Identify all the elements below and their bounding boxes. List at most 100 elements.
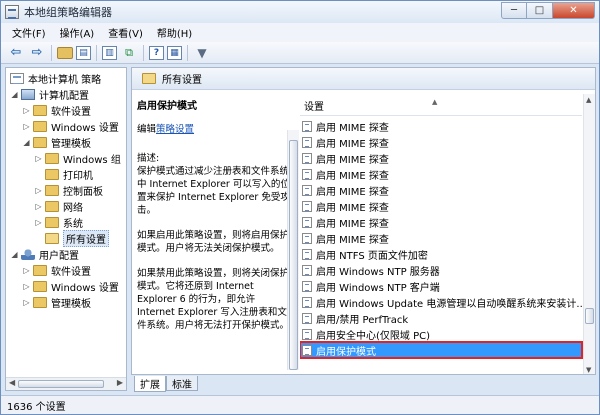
toolbar-separator — [143, 44, 144, 61]
main-window: 本地组策略编辑器 ─ □ ✕ 文件(F) 操作(A) 查看(V) 帮助(H) ⇦… — [0, 0, 600, 415]
folder-icon — [33, 136, 47, 148]
folder-icon — [45, 216, 59, 228]
list-item[interactable]: 启用安全中心(仅限域 PC) — [300, 326, 582, 342]
tree-scroll-thumb[interactable] — [18, 380, 104, 388]
export-list-icon[interactable]: ▥ — [102, 45, 117, 60]
column-header-settings[interactable]: 设置 ▲ — [300, 96, 582, 116]
tree-node-system[interactable]: ▷ 系统 — [34, 214, 83, 230]
help-icon[interactable]: ? — [149, 45, 164, 60]
enabled-text: 如果启用此策略设置，则将启用保护模式。用户将无法关闭保护模式。 — [137, 230, 290, 254]
menu-bar: 文件(F) 操作(A) 查看(V) 帮助(H) — [1, 23, 599, 42]
tree-node-computer-config[interactable]: ◢ 计算机配置 — [10, 86, 89, 102]
open-folder-icon — [45, 232, 59, 244]
list-item[interactable]: 启用 Windows Update 电源管理以自动唤醒系统来安装计... — [300, 294, 582, 310]
edit-policy-link[interactable]: 策略设置 — [156, 124, 194, 135]
settings-list[interactable]: 设置 ▲ 启用 MIME 探查 启用 MIME 探查 启用 MIME 探查 启用… — [300, 90, 595, 374]
settings-vertical-scrollbar[interactable]: ▲ ▼ — [583, 94, 595, 374]
list-item[interactable]: 启用 MIME 探查 — [300, 182, 582, 198]
tree-node-control-panel[interactable]: ▷ 控制面板 — [34, 182, 103, 198]
list-item[interactable]: 启用 Windows NTP 客户端 — [300, 278, 582, 294]
tree-node-all-settings[interactable]: 所有设置 — [45, 229, 109, 247]
tree-node-network[interactable]: ▷ 网络 — [34, 198, 83, 214]
expand-arrow-icon[interactable]: ▷ — [22, 266, 31, 275]
scroll-up-icon[interactable]: ▲ — [586, 96, 591, 104]
scroll-left-icon[interactable]: ◀ — [9, 378, 15, 387]
expand-arrow-icon[interactable]: ▷ — [22, 106, 31, 115]
list-item[interactable]: 启用 NTFS 页面文件加密 — [300, 246, 582, 262]
menu-action[interactable]: 操作(A) — [53, 25, 102, 40]
description-scrollbar[interactable] — [287, 130, 299, 370]
scroll-down-icon[interactable]: ▼ — [586, 366, 591, 374]
folder-icon — [33, 296, 47, 308]
folder-icon — [33, 120, 47, 132]
folder-icon — [33, 104, 47, 116]
tree-node-admin-templates[interactable]: ◢ 管理模板 — [22, 134, 91, 150]
folder-icon — [45, 168, 59, 180]
expand-arrow-icon[interactable]: ▷ — [34, 202, 43, 211]
list-item[interactable]: 启用 MIME 探查 — [300, 150, 582, 166]
list-item[interactable]: 启用 MIME 探查 — [300, 214, 582, 230]
tree-horizontal-scrollbar[interactable]: ◀ ▶ — [6, 377, 126, 390]
expand-arrow-icon[interactable]: ◢ — [10, 250, 19, 259]
tree-pane[interactable]: 本地计算机 策略 ◢ 计算机配置 ▷ 软件设置 ▷ Windows 设置 ◢ 管… — [5, 67, 127, 391]
show-hide-tree-icon[interactable]: ▤ — [76, 45, 91, 60]
expand-arrow-icon[interactable]: ◢ — [10, 90, 19, 99]
setting-icon — [302, 312, 312, 324]
list-item[interactable]: 启用 Windows NTP 服务器 — [300, 262, 582, 278]
list-item[interactable]: 启用 MIME 探查 — [300, 230, 582, 246]
window-title: 本地组策略编辑器 — [24, 6, 112, 19]
expand-arrow-icon[interactable]: ▷ — [22, 298, 31, 307]
back-arrow-icon[interactable]: ⇦ — [7, 45, 25, 61]
setting-icon — [302, 120, 312, 132]
list-item[interactable]: 启用 MIME 探查 — [300, 118, 582, 134]
folder-icon — [45, 200, 59, 212]
list-item[interactable]: 启用 MIME 探查 — [300, 198, 582, 214]
up-folder-icon[interactable] — [57, 46, 73, 59]
description-scroll-thumb[interactable] — [289, 140, 298, 370]
tree-node-local-policy[interactable]: 本地计算机 策略 — [10, 70, 101, 86]
tree-node-user-software-settings[interactable]: ▷ 软件设置 — [22, 262, 91, 278]
settings-scroll-thumb[interactable] — [585, 308, 594, 324]
tree-node-printers[interactable]: 打印机 — [45, 166, 93, 182]
minimize-button[interactable]: ─ — [501, 2, 527, 19]
list-item[interactable]: 启用 MIME 探查 — [300, 134, 582, 150]
tree-node-windows-settings[interactable]: ▷ Windows 设置 — [22, 118, 119, 134]
menu-file[interactable]: 文件(F) — [5, 25, 53, 40]
expand-arrow-icon[interactable]: ▷ — [34, 218, 43, 227]
expand-arrow-icon[interactable]: ◢ — [22, 138, 31, 147]
folder-icon — [45, 152, 59, 164]
expand-arrow-icon[interactable]: ▷ — [22, 122, 31, 131]
edit-prefix: 编辑 — [137, 124, 157, 135]
menu-view[interactable]: 查看(V) — [101, 25, 150, 40]
expand-arrow-icon[interactable]: ▷ — [22, 282, 31, 291]
list-item[interactable]: 启用/禁用 PerfTrack — [300, 310, 582, 326]
maximize-button[interactable]: □ — [527, 2, 553, 19]
close-button[interactable]: ✕ — [553, 2, 595, 19]
expand-arrow-icon[interactable]: ▷ — [34, 186, 43, 195]
title-bar: 本地组策略编辑器 ─ □ ✕ — [1, 1, 599, 23]
tree-node-software-settings[interactable]: ▷ 软件设置 — [22, 102, 91, 118]
expand-arrow-icon[interactable]: ▷ — [34, 154, 43, 163]
toolbar: ⇦ ⇨ ▤ ▥ ⧉ ? ▦ ▼ — [1, 42, 599, 64]
menu-help[interactable]: 帮助(H) — [150, 25, 199, 40]
description-panel: 启用保护模式 编辑策略设置 描述: 保护模式通过减少注册表和文件系统中 Inte… — [137, 100, 295, 344]
tree-node-user-windows-settings[interactable]: ▷ Windows 设置 — [22, 278, 119, 294]
list-item-selected[interactable]: 启用保护模式 — [300, 341, 583, 359]
folder-icon — [33, 264, 47, 276]
edit-policy-line: 编辑策略设置 — [137, 123, 295, 136]
scroll-right-icon[interactable]: ▶ — [117, 378, 123, 387]
tree-node-windows-components[interactable]: ▷ Windows 组 — [34, 150, 121, 166]
setting-icon — [302, 328, 312, 340]
toolbar-separator — [96, 44, 97, 61]
tab-standard[interactable]: 标准 — [166, 376, 198, 391]
setting-icon — [302, 184, 312, 196]
policy-title: 启用保护模式 — [137, 101, 197, 112]
forward-arrow-icon[interactable]: ⇨ — [28, 45, 46, 61]
list-item[interactable]: 启用 MIME 探查 — [300, 166, 582, 182]
tab-extended[interactable]: 扩展 — [134, 376, 166, 392]
tree-node-user-admin-templates[interactable]: ▷ 管理模板 — [22, 294, 91, 310]
tree-node-user-config[interactable]: ◢ 用户配置 — [10, 246, 79, 262]
filter-icon[interactable]: ▼ — [193, 45, 211, 61]
refresh-export-icon[interactable]: ⧉ — [120, 45, 138, 61]
properties-icon[interactable]: ▦ — [167, 45, 182, 60]
